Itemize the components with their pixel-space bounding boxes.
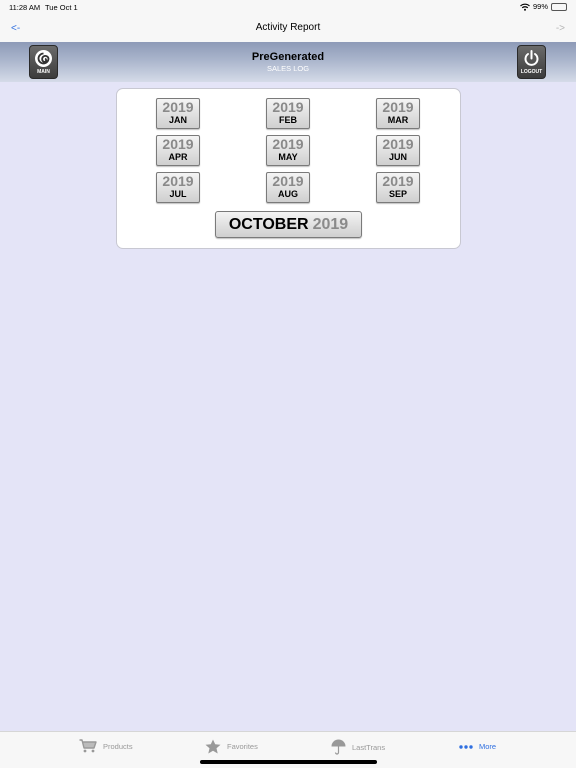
month-selector-card: 2019 JAN 2019 FEB 2019 MAR 2019 APR 2019… [116,88,461,249]
tab-lasttrans[interactable]: LastTrans [331,739,385,755]
app-header: MAIN PreGenerated SALES LOG LOGOUT [0,42,576,82]
forward-button[interactable]: -> [556,23,565,34]
month-year: 2019 [162,173,194,189]
month-year: 2019 [382,136,414,152]
month-name: SEP [388,189,407,199]
month-year: 2019 [162,99,194,115]
month-year: 2019 [272,173,304,189]
month-button-jul[interactable]: 2019 JUL [156,172,200,203]
header-title: PreGenerated [251,51,325,63]
battery-percent: 99% [532,2,548,11]
month-year: 2019 [382,99,414,115]
tab-products-label: Products [103,741,133,751]
battery-icon [551,2,567,11]
month-year: 2019 [272,99,304,115]
month-button-mar[interactable]: 2019 MAR [376,98,420,129]
tab-favorites-label: Favorites [227,742,258,751]
month-button-sep[interactable]: 2019 SEP [376,172,420,203]
logout-button-label: LOGOUT [520,69,543,75]
header-subtitle: SALES LOG [266,64,310,73]
star-icon [205,739,221,754]
month-year: 2019 [382,173,414,189]
month-name: APR [168,152,188,162]
logout-button[interactable]: LOGOUT [517,45,546,79]
month-name: FEB [279,115,297,125]
month-name: MAY [278,152,298,162]
month-button-jan[interactable]: 2019 JAN [156,98,200,129]
month-year: 2019 [162,136,194,152]
umbrella-icon [331,739,346,755]
current-month-year: 2019 [312,216,349,233]
more-dots-icon [459,744,473,749]
month-name: JAN [168,115,187,125]
tab-more-label: More [479,742,497,751]
month-button-aug[interactable]: 2019 AUG [266,172,310,203]
wifi-icon [520,3,530,11]
current-month-name: OCTOBER [228,216,309,233]
navigation-bar: <- Activity Report -> [0,14,576,42]
current-month-button[interactable]: OCTOBER 2019 [215,211,362,238]
tab-lasttrans-label: LastTrans [352,742,386,752]
page-title: Activity Report [255,22,321,33]
status-indicators: 99% [520,2,567,11]
status-date: Tue Oct 1 [45,3,78,12]
status-bar: 11:28 AM Tue Oct 1 99% [0,0,576,14]
month-name: JUL [169,189,187,199]
tab-more[interactable]: More [459,742,496,751]
status-time: 11:28 AM [9,3,41,12]
month-name: JUN [388,152,407,162]
home-indicator [200,760,377,764]
tab-favorites[interactable]: Favorites [205,739,258,754]
month-button-apr[interactable]: 2019 APR [156,135,200,166]
month-year: 2019 [272,136,304,152]
month-button-feb[interactable]: 2019 FEB [266,98,310,129]
tab-products[interactable]: Products [79,739,133,753]
month-name: AUG [278,189,298,199]
power-icon [522,49,541,68]
month-button-may[interactable]: 2019 MAY [266,135,310,166]
month-button-jun[interactable]: 2019 JUN [376,135,420,166]
month-name: MAR [387,115,409,125]
cart-icon [79,739,97,753]
